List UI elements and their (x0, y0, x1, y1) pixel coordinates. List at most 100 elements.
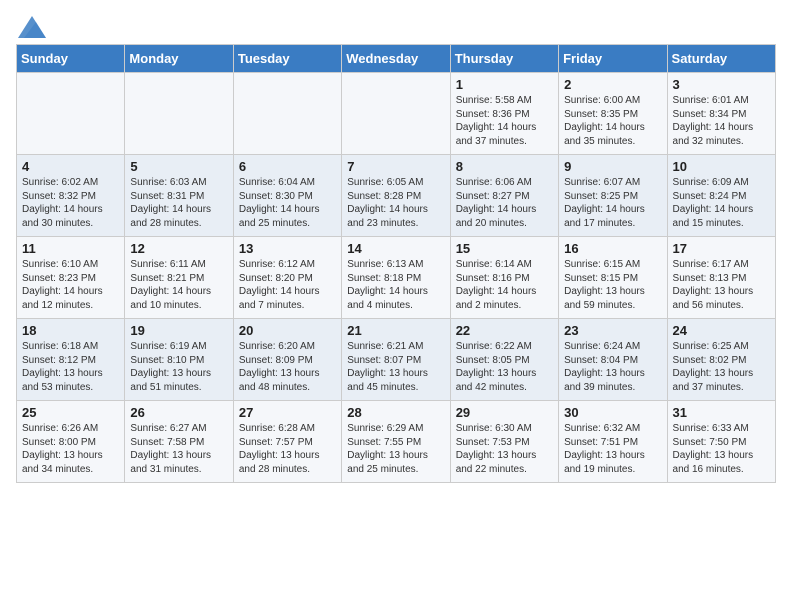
day-info: Sunrise: 6:15 AM Sunset: 8:15 PM Dayligh… (564, 258, 661, 312)
day-info: Sunrise: 6:30 AM Sunset: 7:53 PM Dayligh… (456, 422, 553, 476)
day-info: Sunrise: 5:58 AM Sunset: 8:36 PM Dayligh… (456, 94, 553, 148)
day-info: Sunrise: 6:26 AM Sunset: 8:00 PM Dayligh… (22, 422, 119, 476)
day-info: Sunrise: 6:11 AM Sunset: 8:21 PM Dayligh… (130, 258, 227, 312)
day-info: Sunrise: 6:05 AM Sunset: 8:28 PM Dayligh… (347, 176, 444, 230)
day-info: Sunrise: 6:09 AM Sunset: 8:24 PM Dayligh… (673, 176, 770, 230)
day-info: Sunrise: 6:06 AM Sunset: 8:27 PM Dayligh… (456, 176, 553, 230)
col-header-thursday: Thursday (450, 45, 558, 73)
day-info: Sunrise: 6:04 AM Sunset: 8:30 PM Dayligh… (239, 176, 336, 230)
day-number: 31 (673, 405, 770, 420)
calendar-cell: 3 Sunrise: 6:01 AM Sunset: 8:34 PM Daylig… (667, 73, 775, 155)
calendar-cell: 30Sunrise: 6:32 AM Sunset: 7:51 PM Dayli… (559, 401, 667, 483)
day-info: Sunrise: 6:22 AM Sunset: 8:05 PM Dayligh… (456, 340, 553, 394)
calendar-cell: 4 Sunrise: 6:02 AM Sunset: 8:32 PM Daylig… (17, 155, 125, 237)
calendar-cell: 16 Sunrise: 6:15 AM Sunset: 8:15 PM Dayli… (559, 237, 667, 319)
day-number: 4 (22, 159, 119, 174)
calendar-cell: 14Sunrise: 6:13 AM Sunset: 8:18 PM Dayli… (342, 237, 450, 319)
calendar-cell: 13 Sunrise: 6:12 AM Sunset: 8:20 PM Dayli… (233, 237, 341, 319)
calendar-cell: 27 Sunrise: 6:28 AM Sunset: 7:57 PM Dayli… (233, 401, 341, 483)
calendar-cell (342, 73, 450, 155)
day-info: Sunrise: 6:07 AM Sunset: 8:25 PM Dayligh… (564, 176, 661, 230)
day-number: 24 (673, 323, 770, 338)
col-header-wednesday: Wednesday (342, 45, 450, 73)
day-info: Sunrise: 6:00 AM Sunset: 8:35 PM Dayligh… (564, 94, 661, 148)
col-header-sunday: Sunday (17, 45, 125, 73)
day-number: 10 (673, 159, 770, 174)
day-number: 26 (130, 405, 227, 420)
calendar-header-row: SundayMondayTuesdayWednesdayThursdayFrid… (17, 45, 776, 73)
day-number: 21 (347, 323, 444, 338)
day-number: 15 (456, 241, 553, 256)
day-number: 27 (239, 405, 336, 420)
calendar-cell: 5 Sunrise: 6:03 AM Sunset: 8:31 PM Daylig… (125, 155, 233, 237)
calendar-cell: 11 Sunrise: 6:10 AM Sunset: 8:23 PM Dayli… (17, 237, 125, 319)
calendar-cell: 17 Sunrise: 6:17 AM Sunset: 8:13 PM Dayli… (667, 237, 775, 319)
calendar-cell (17, 73, 125, 155)
calendar-cell (125, 73, 233, 155)
day-info: Sunrise: 6:24 AM Sunset: 8:04 PM Dayligh… (564, 340, 661, 394)
calendar-cell: 31Sunrise: 6:33 AM Sunset: 7:50 PM Dayli… (667, 401, 775, 483)
day-number: 20 (239, 323, 336, 338)
day-info: Sunrise: 6:28 AM Sunset: 7:57 PM Dayligh… (239, 422, 336, 476)
day-info: Sunrise: 6:14 AM Sunset: 8:16 PM Dayligh… (456, 258, 553, 312)
col-header-friday: Friday (559, 45, 667, 73)
day-number: 28 (347, 405, 444, 420)
day-number: 5 (130, 159, 227, 174)
day-number: 9 (564, 159, 661, 174)
day-number: 17 (673, 241, 770, 256)
day-number: 7 (347, 159, 444, 174)
calendar-week-row: 1 Sunrise: 5:58 AM Sunset: 8:36 PM Daylig… (17, 73, 776, 155)
col-header-monday: Monday (125, 45, 233, 73)
calendar-cell: 2 Sunrise: 6:00 AM Sunset: 8:35 PM Daylig… (559, 73, 667, 155)
logo (16, 16, 46, 34)
calendar-week-row: 25 Sunrise: 6:26 AM Sunset: 8:00 PM Dayli… (17, 401, 776, 483)
day-number: 16 (564, 241, 661, 256)
calendar-cell: 28 Sunrise: 6:29 AM Sunset: 7:55 PM Dayli… (342, 401, 450, 483)
calendar-week-row: 11 Sunrise: 6:10 AM Sunset: 8:23 PM Dayli… (17, 237, 776, 319)
calendar-cell: 7 Sunrise: 6:05 AM Sunset: 8:28 PM Daylig… (342, 155, 450, 237)
calendar-week-row: 18 Sunrise: 6:18 AM Sunset: 8:12 PM Dayli… (17, 319, 776, 401)
calendar-cell: 18 Sunrise: 6:18 AM Sunset: 8:12 PM Dayli… (17, 319, 125, 401)
calendar-cell: 1 Sunrise: 5:58 AM Sunset: 8:36 PM Daylig… (450, 73, 558, 155)
day-info: Sunrise: 6:03 AM Sunset: 8:31 PM Dayligh… (130, 176, 227, 230)
calendar-cell: 10 Sunrise: 6:09 AM Sunset: 8:24 PM Dayli… (667, 155, 775, 237)
day-number: 3 (673, 77, 770, 92)
calendar-cell: 15 Sunrise: 6:14 AM Sunset: 8:16 PM Dayli… (450, 237, 558, 319)
calendar-table: SundayMondayTuesdayWednesdayThursdayFrid… (16, 44, 776, 483)
day-number: 19 (130, 323, 227, 338)
day-number: 1 (456, 77, 553, 92)
day-info: Sunrise: 6:25 AM Sunset: 8:02 PM Dayligh… (673, 340, 770, 394)
calendar-cell: 25 Sunrise: 6:26 AM Sunset: 8:00 PM Dayli… (17, 401, 125, 483)
day-info: Sunrise: 6:10 AM Sunset: 8:23 PM Dayligh… (22, 258, 119, 312)
day-number: 11 (22, 241, 119, 256)
calendar-cell: 20Sunrise: 6:20 AM Sunset: 8:09 PM Dayli… (233, 319, 341, 401)
day-info: Sunrise: 6:32 AM Sunset: 7:51 PM Dayligh… (564, 422, 661, 476)
day-info: Sunrise: 6:12 AM Sunset: 8:20 PM Dayligh… (239, 258, 336, 312)
day-info: Sunrise: 6:17 AM Sunset: 8:13 PM Dayligh… (673, 258, 770, 312)
calendar-week-row: 4 Sunrise: 6:02 AM Sunset: 8:32 PM Daylig… (17, 155, 776, 237)
day-number: 12 (130, 241, 227, 256)
calendar-cell: 21Sunrise: 6:21 AM Sunset: 8:07 PM Dayli… (342, 319, 450, 401)
calendar-cell: 29 Sunrise: 6:30 AM Sunset: 7:53 PM Dayli… (450, 401, 558, 483)
calendar-cell: 26Sunrise: 6:27 AM Sunset: 7:58 PM Dayli… (125, 401, 233, 483)
calendar-cell: 6 Sunrise: 6:04 AM Sunset: 8:30 PM Daylig… (233, 155, 341, 237)
day-number: 25 (22, 405, 119, 420)
calendar-cell: 12 Sunrise: 6:11 AM Sunset: 8:21 PM Dayli… (125, 237, 233, 319)
day-info: Sunrise: 6:13 AM Sunset: 8:18 PM Dayligh… (347, 258, 444, 312)
day-info: Sunrise: 6:19 AM Sunset: 8:10 PM Dayligh… (130, 340, 227, 394)
day-info: Sunrise: 6:18 AM Sunset: 8:12 PM Dayligh… (22, 340, 119, 394)
day-number: 18 (22, 323, 119, 338)
logo-icon (18, 16, 46, 38)
day-info: Sunrise: 6:29 AM Sunset: 7:55 PM Dayligh… (347, 422, 444, 476)
day-info: Sunrise: 6:01 AM Sunset: 8:34 PM Dayligh… (673, 94, 770, 148)
day-number: 23 (564, 323, 661, 338)
day-info: Sunrise: 6:02 AM Sunset: 8:32 PM Dayligh… (22, 176, 119, 230)
day-number: 6 (239, 159, 336, 174)
col-header-tuesday: Tuesday (233, 45, 341, 73)
day-number: 13 (239, 241, 336, 256)
calendar-cell: 19 Sunrise: 6:19 AM Sunset: 8:10 PM Dayli… (125, 319, 233, 401)
day-number: 2 (564, 77, 661, 92)
day-number: 29 (456, 405, 553, 420)
calendar-cell: 9 Sunrise: 6:07 AM Sunset: 8:25 PM Daylig… (559, 155, 667, 237)
calendar-cell (233, 73, 341, 155)
